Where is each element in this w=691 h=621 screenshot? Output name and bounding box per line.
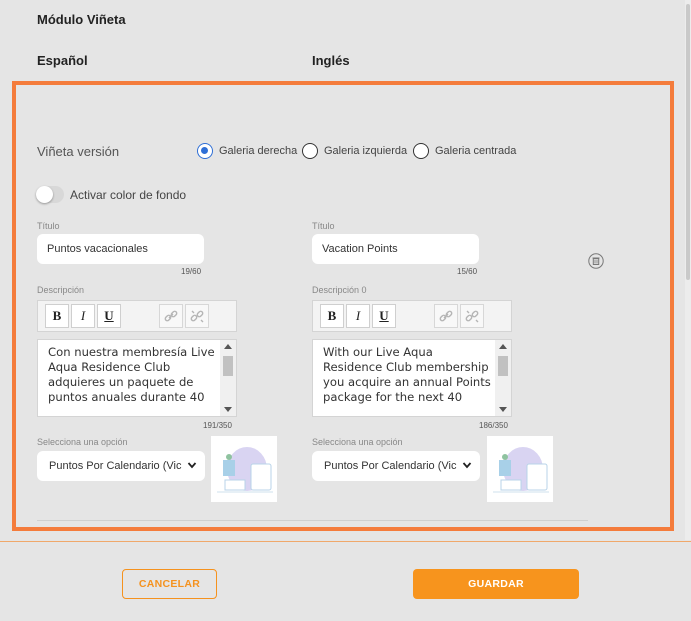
editor-scrollbar[interactable] — [495, 340, 511, 416]
radio-label: Galeria izquierda — [324, 145, 408, 157]
title-label-en: Título — [312, 221, 335, 231]
bold-button[interactable]: B — [45, 304, 69, 328]
description-editor-es[interactable]: Con nuestra membresía Live Aqua Residenc… — [37, 339, 237, 417]
link-icon — [439, 310, 453, 322]
select-value: Puntos Por Calendario (Vic — [324, 460, 457, 472]
scroll-down-icon[interactable] — [499, 407, 507, 412]
scrollbar-thumb[interactable] — [223, 356, 233, 376]
title-input-en[interactable]: Vacation Points — [312, 234, 479, 264]
footer-divider — [0, 541, 691, 542]
description-editor-en[interactable]: With our Live Aqua Residence Club member… — [312, 339, 512, 417]
description-label-en: Descripción 0 — [312, 285, 367, 295]
radio-button-checked[interactable] — [197, 143, 213, 159]
option-select-en[interactable]: Puntos Por Calendario (Vic — [312, 451, 480, 481]
editor-toolbar-es: B I U — [37, 300, 237, 332]
description-counter-en: 186/350 — [479, 421, 508, 430]
version-label: Viñeta versión — [37, 144, 120, 159]
description-text-en[interactable]: With our Live Aqua Residence Club member… — [323, 345, 495, 405]
trash-icon — [588, 253, 604, 269]
radio-gallery-right[interactable]: Galeria derecha — [197, 143, 297, 159]
bold-button[interactable]: B — [320, 304, 344, 328]
radio-button[interactable] — [413, 143, 429, 159]
module-title: Módulo Viñeta — [37, 12, 126, 27]
scroll-up-icon[interactable] — [499, 344, 507, 349]
radio-label: Galeria derecha — [219, 145, 298, 157]
radio-button[interactable] — [302, 143, 318, 159]
gallery-illustration — [493, 447, 549, 493]
section-divider — [37, 520, 588, 521]
underline-button[interactable]: U — [97, 304, 121, 328]
background-color-toggle[interactable] — [36, 186, 64, 203]
chevron-down-icon — [462, 462, 472, 469]
unlink-button[interactable] — [185, 304, 209, 328]
editor-toolbar-en: B I U — [312, 300, 512, 332]
gallery-preview-image-en — [487, 436, 553, 502]
column-heading-spanish: Español — [37, 53, 88, 68]
radio-gallery-left[interactable]: Galeria izquierda — [302, 143, 407, 159]
column-heading-english: Inglés — [312, 53, 350, 68]
background-color-toggle-label: Activar color de fondo — [70, 188, 187, 202]
title-input-es[interactable]: Puntos vacacionales — [37, 234, 204, 264]
title-counter-en: 15/60 — [457, 267, 478, 276]
select-label-en: Selecciona una opción — [312, 437, 403, 447]
italic-button[interactable]: I — [71, 304, 95, 328]
description-label-es: Descripción — [37, 285, 85, 295]
radio-label: Galeria centrada — [435, 145, 517, 157]
chevron-down-icon — [187, 462, 197, 469]
gallery-illustration — [217, 447, 273, 493]
delete-button[interactable] — [588, 253, 604, 269]
scroll-up-icon[interactable] — [224, 344, 232, 349]
cancel-button[interactable]: CANCELAR — [122, 569, 217, 599]
gallery-preview-image-es — [211, 436, 277, 502]
description-counter-es: 191/350 — [203, 421, 232, 430]
link-button[interactable] — [159, 304, 183, 328]
radio-gallery-center[interactable]: Galeria centrada — [413, 143, 516, 159]
italic-button[interactable]: I — [346, 304, 370, 328]
save-button[interactable]: GUARDAR — [413, 569, 579, 599]
description-text-es[interactable]: Con nuestra membresía Live Aqua Residenc… — [48, 345, 220, 405]
option-select-es[interactable]: Puntos Por Calendario (Vic — [37, 451, 205, 481]
editor-scrollbar[interactable] — [220, 340, 236, 416]
unlink-button[interactable] — [460, 304, 484, 328]
link-button[interactable] — [434, 304, 458, 328]
select-value: Puntos Por Calendario (Vic — [49, 460, 182, 472]
scrollbar-thumb[interactable] — [498, 356, 508, 376]
toggle-knob — [36, 186, 53, 203]
underline-button[interactable]: U — [372, 304, 396, 328]
unlink-icon — [465, 310, 479, 323]
unlink-icon — [190, 310, 204, 323]
scroll-down-icon[interactable] — [224, 407, 232, 412]
link-icon — [164, 310, 178, 322]
title-label-es: Título — [37, 221, 60, 231]
title-counter-es: 19/60 — [181, 267, 202, 276]
select-label-es: Selecciona una opción — [37, 437, 128, 447]
page-scrollbar-thumb[interactable] — [686, 4, 690, 280]
